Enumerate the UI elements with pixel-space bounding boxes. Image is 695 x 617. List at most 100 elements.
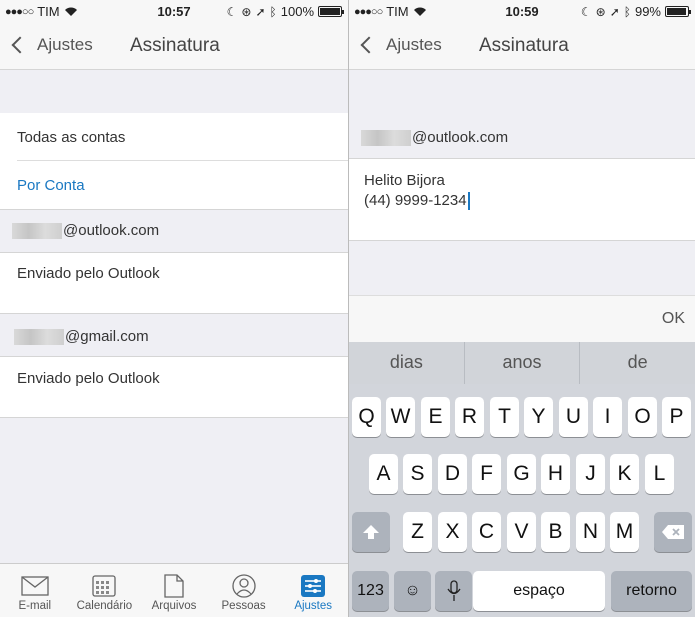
key-b[interactable]: B [541,512,570,552]
chevron-left-icon [360,36,378,54]
signature-text: Enviado pelo Outlook [17,370,160,387]
key-u[interactable]: U [559,397,588,437]
divider [17,160,348,161]
backspace-icon [662,525,684,539]
redacted-email [12,223,62,240]
location-icon: ➚ [255,4,266,19]
back-label: Ajustes [37,35,93,54]
key-j[interactable]: J [576,454,605,494]
space-key[interactable]: espaço [473,571,605,611]
status-bar: ●●●○○ TIM 10:57 ☾ ⊛ ➚ ᛒ 100% [0,0,348,22]
option-per-account[interactable]: Por Conta [17,177,85,194]
key-e[interactable]: E [421,397,450,437]
signature-field-gmail[interactable]: Enviado pelo Outlook [0,356,348,418]
return-key[interactable]: retorno [611,571,692,611]
calendar-icon [92,575,117,597]
shift-icon [363,525,379,539]
suggestion-1[interactable]: dias [349,342,465,384]
signature-line-phone: (44) 9999-1234 [364,192,467,209]
emoji-icon: ☺ [404,582,421,599]
key-g[interactable]: G [507,454,536,494]
location-icon: ➚ [609,4,620,19]
tab-calendar[interactable]: Calendário [70,564,140,617]
back-label: Ajustes [386,35,442,54]
tab-label: Calendário [76,600,133,612]
signature-mode-list: Todas as contas Por Conta [0,113,348,209]
suggestion-2[interactable]: anos [465,342,581,384]
moon-icon: ☾ [226,4,238,19]
nav-bar: Ajustes Assinatura [0,22,348,70]
key-a[interactable]: A [369,454,398,494]
account-header: @outlook.com [349,113,695,158]
account-email: @outlook.com [412,129,509,146]
key-z[interactable]: Z [403,512,432,552]
key-m[interactable]: M [610,512,639,552]
key-d[interactable]: D [438,454,467,494]
signature-text: Enviado pelo Outlook [17,265,160,282]
key-w[interactable]: W [386,397,415,437]
redacted-email [14,329,64,346]
key-n[interactable]: N [576,512,605,552]
keyboard: Q W E R T Y U I O P A S D F G H J K L Z … [349,384,695,617]
signature-line-name: Helito Bijora [364,172,445,189]
moon-icon: ☾ [580,4,592,19]
bluetooth-icon: ᛒ [269,4,277,19]
shift-key[interactable] [352,512,390,552]
key-o[interactable]: O [628,397,657,437]
signature-field-outlook[interactable]: Enviado pelo Outlook [0,252,348,314]
page-title: Assinatura [130,35,220,56]
status-bar: ●●●○○ TIM 10:59 ☾ ⊛ ➚ ᛒ 99% [349,0,695,22]
battery-icon [318,6,344,17]
key-v[interactable]: V [507,512,536,552]
key-l[interactable]: L [645,454,674,494]
ok-button[interactable]: OK [662,310,685,328]
back-button[interactable]: Ajustes [359,35,442,55]
backspace-key[interactable] [654,512,692,552]
mail-icon [21,576,49,596]
tab-settings[interactable]: Ajustes [278,564,348,617]
tab-files[interactable]: Arquivos [139,564,209,617]
option-all-accounts[interactable]: Todas as contas [17,129,125,146]
key-s[interactable]: S [403,454,432,494]
account-email: @gmail.com [65,328,149,345]
account-header-outlook: @outlook.com [0,210,348,252]
key-h[interactable]: H [541,454,570,494]
lock-rotation-icon: ⊛ [595,4,606,19]
left-screen: ●●●○○ TIM 10:57 ☾ ⊛ ➚ ᛒ 100% Ajustes Assi… [0,0,348,617]
emoji-key[interactable]: ☺ [394,571,431,611]
back-button[interactable]: Ajustes [10,35,93,55]
lock-rotation-icon: ⊛ [241,4,252,19]
settings-icon [301,575,326,597]
nav-bar: Ajustes Assinatura [349,22,695,70]
dictation-key[interactable] [435,571,472,611]
signature-editor[interactable]: Helito Bijora (44) 9999-1234 [349,158,695,241]
key-c[interactable]: C [472,512,501,552]
suggestion-3[interactable]: de [580,342,695,384]
battery-icon [665,6,691,17]
tab-people[interactable]: Pessoas [209,564,279,617]
tab-label: Ajustes [294,600,333,612]
key-q[interactable]: Q [352,397,381,437]
key-p[interactable]: P [662,397,691,437]
key-f[interactable]: F [472,454,501,494]
tab-bar: E-mail Calendário Arquivos Pessoas Ajust… [0,563,348,617]
key-k[interactable]: K [610,454,639,494]
keyboard-accessory-bar: OK [349,295,695,342]
tab-label: Pessoas [221,600,266,612]
key-r[interactable]: R [455,397,484,437]
key-y[interactable]: Y [524,397,553,437]
tab-email[interactable]: E-mail [0,564,70,617]
key-i[interactable]: I [593,397,622,437]
battery-percent: 99% [634,4,661,19]
key-t[interactable]: T [490,397,519,437]
chevron-left-icon [11,36,29,54]
key-x[interactable]: X [438,512,467,552]
page-title: Assinatura [479,35,569,56]
quicktype-bar: dias anos de [349,342,695,384]
bluetooth-icon: ᛒ [623,4,631,19]
tab-label: Arquivos [151,600,197,612]
numbers-key[interactable]: 123 [352,571,389,611]
redacted-email [361,130,411,147]
microphone-icon [446,580,461,601]
tab-label: E-mail [18,600,52,612]
